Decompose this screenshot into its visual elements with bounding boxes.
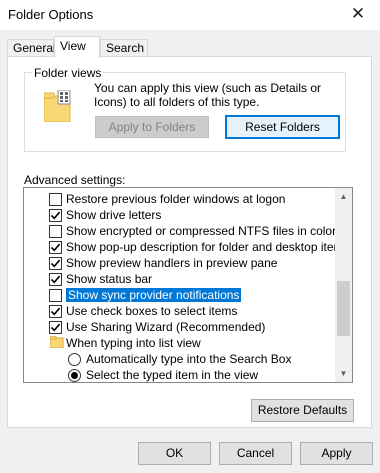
advanced-setting-row[interactable]: Use check boxes to select items	[24, 303, 336, 319]
advanced-setting-row[interactable]: Show status bar	[24, 271, 336, 287]
radio-unselected-icon[interactable]	[68, 353, 81, 366]
restore-defaults-button[interactable]: Restore Defaults	[251, 399, 354, 422]
advanced-setting-label: Restore previous folder windows at logon	[66, 192, 286, 206]
reset-folders-button[interactable]: Reset Folders	[225, 115, 340, 139]
apply-to-folders-button[interactable]: Apply to Folders	[95, 116, 209, 138]
advanced-settings-list[interactable]: Restore previous folder windows at logon…	[23, 187, 353, 383]
window-title: Folder Options	[8, 7, 94, 22]
advanced-setting-row[interactable]: Automatically type into the Search Box	[24, 351, 336, 367]
advanced-setting-row[interactable]: Show drive letters	[24, 207, 336, 223]
advanced-setting-label: Automatically type into the Search Box	[86, 352, 292, 366]
advanced-setting-row[interactable]: Use Sharing Wizard (Recommended)	[24, 319, 336, 335]
advanced-setting-label: Show preview handlers in preview pane	[66, 256, 278, 270]
close-icon[interactable]: ✕	[348, 4, 368, 24]
scrollbar-thumb[interactable]	[337, 281, 350, 336]
apply-button[interactable]: Apply	[300, 442, 373, 465]
advanced-setting-row[interactable]: Restore previous folder windows at logon	[24, 191, 336, 207]
advanced-settings-label: Advanced settings:	[24, 173, 126, 187]
advanced-setting-row[interactable]: Show preview handlers in preview pane	[24, 255, 336, 271]
scroll-down-icon[interactable]: ▼	[335, 365, 352, 382]
checkbox-checked-icon[interactable]	[49, 257, 62, 270]
advanced-setting-row[interactable]: When typing into list view	[24, 335, 336, 351]
checkbox-checked-icon[interactable]	[49, 273, 62, 286]
advanced-setting-row[interactable]: Show sync provider notifications	[24, 287, 336, 303]
scroll-up-icon[interactable]: ▲	[335, 188, 352, 205]
title-bar: Folder Options ✕	[0, 0, 380, 30]
advanced-setting-label: Show sync provider notifications	[66, 288, 242, 302]
folder-icon	[49, 335, 64, 349]
advanced-setting-label: When typing into list view	[66, 336, 201, 350]
tab-general[interactable]: General	[7, 39, 56, 57]
checkbox-unchecked-icon[interactable]	[49, 193, 62, 206]
folder-views-description: You can apply this view (such as Details…	[94, 81, 322, 109]
folder-views-legend: Folder views	[32, 66, 104, 80]
checkbox-checked-icon[interactable]	[49, 321, 62, 334]
tab-view[interactable]: View	[54, 36, 100, 58]
tab-search[interactable]: Search	[100, 39, 148, 57]
checkbox-unchecked-icon[interactable]	[49, 225, 62, 238]
advanced-setting-label: Use Sharing Wizard (Recommended)	[66, 320, 266, 334]
vertical-scrollbar[interactable]: ▲ ▼	[335, 188, 352, 382]
checkbox-checked-icon[interactable]	[49, 209, 62, 222]
checkbox-checked-icon[interactable]	[49, 241, 62, 254]
advanced-setting-label: Show status bar	[66, 272, 153, 286]
ok-button[interactable]: OK	[138, 442, 211, 465]
advanced-setting-label: Show encrypted or compressed NTFS files …	[66, 224, 337, 238]
advanced-setting-label: Show pop-up description for folder and d…	[66, 240, 350, 254]
advanced-setting-label: Use check boxes to select items	[66, 304, 238, 318]
checkbox-unchecked-icon[interactable]	[49, 289, 62, 302]
advanced-setting-row[interactable]: Show pop-up description for folder and d…	[24, 239, 350, 255]
folder-view-icon	[43, 89, 72, 123]
cancel-button[interactable]: Cancel	[219, 442, 292, 465]
checkbox-checked-icon[interactable]	[49, 305, 62, 318]
advanced-setting-row[interactable]: Select the typed item in the view	[24, 367, 336, 382]
advanced-setting-label: Select the typed item in the view	[86, 368, 259, 382]
advanced-setting-row[interactable]: Show encrypted or compressed NTFS files …	[24, 223, 336, 239]
radio-selected-icon[interactable]	[68, 369, 81, 382]
advanced-setting-label: Show drive letters	[66, 208, 162, 222]
